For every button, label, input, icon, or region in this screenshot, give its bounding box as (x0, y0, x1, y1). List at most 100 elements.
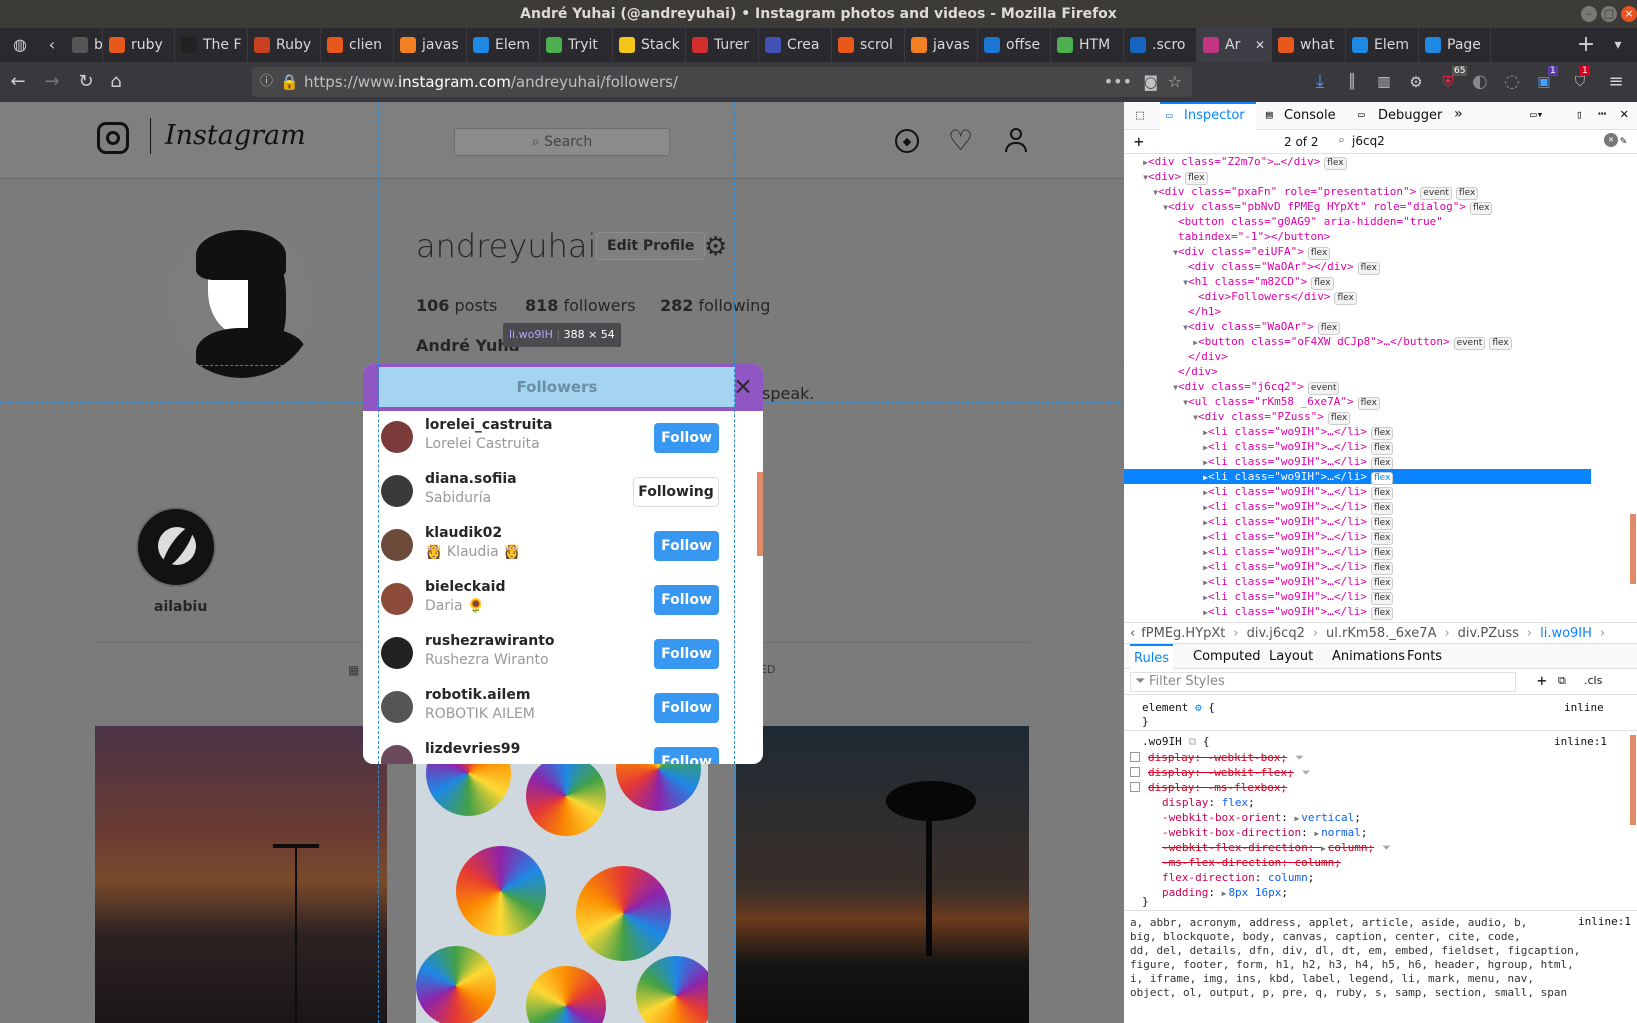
markup-row[interactable]: ▼ <div class="WaOAr"> flex (1124, 319, 1341, 335)
wo9ih-rule-source[interactable]: inline:1 (1554, 735, 1607, 748)
css-declaration[interactable]: display: flex; (1162, 795, 1255, 810)
extension-disabled-icon[interactable]: ◌ (1500, 70, 1524, 94)
follower-avatar[interactable] (381, 745, 413, 764)
tab-2[interactable]: The F (175, 28, 248, 62)
tab-4[interactable]: clien (321, 28, 394, 62)
new-tab-icon[interactable]: + (1574, 33, 1598, 57)
markup-row[interactable]: </h1> (1124, 304, 1221, 319)
instagram-wordmark[interactable]: Instagram (165, 120, 306, 151)
follower-username[interactable]: klaudik02 (425, 525, 502, 541)
markup-badge[interactable]: flex (1489, 337, 1512, 350)
follower-username[interactable]: diana.sofiia (425, 471, 517, 487)
declaration-value[interactable]: flex (1222, 796, 1249, 809)
clear-search-icon[interactable]: ✕ (1604, 133, 1618, 147)
extension-gear-icon[interactable]: ⚙ (1404, 70, 1428, 94)
back-icon[interactable]: ← (6, 70, 30, 94)
tab-17[interactable]: what (1272, 28, 1346, 62)
tab-0[interactable]: by (66, 28, 103, 62)
dialog-scrollbar-thumb[interactable] (757, 472, 763, 556)
follower-avatar[interactable] (381, 637, 413, 669)
follow-button[interactable]: Follow (654, 423, 719, 453)
sidebar-icon[interactable]: ▥ (1372, 70, 1396, 94)
followers-list[interactable]: lorelei_castruita Lorelei Castruita Follow… (363, 411, 763, 764)
markup-row[interactable]: ▶ <li class="wo9IH">…</li> flex (1124, 499, 1394, 515)
minimize-button[interactable]: – (1581, 6, 1597, 22)
markup-row[interactable]: ▶ <div class="Z2m7o">…</div> flex (1124, 154, 1347, 170)
download-icon[interactable]: ⤓ (1308, 70, 1332, 94)
sidebar-tab-fonts[interactable]: Fonts (1407, 644, 1442, 669)
markup-row[interactable]: ▶ <li class="wo9IH">…</li> flex (1124, 544, 1394, 560)
reload-icon[interactable]: ↻ (74, 70, 98, 94)
css-declaration[interactable]: -ms-flex-direction: column; (1162, 855, 1341, 870)
activity-heart-icon[interactable]: ♡ (948, 124, 973, 157)
tab-14[interactable]: HTM (1051, 28, 1124, 62)
followers-link[interactable]: 818 followers (525, 296, 635, 315)
declaration-value[interactable]: -webkit-box (1208, 751, 1281, 764)
follower-username[interactable]: rushezrawiranto (425, 633, 555, 649)
tab-10[interactable]: Crea (759, 28, 832, 62)
breadcrumb-item[interactable]: div.j6cq2 (1247, 626, 1305, 641)
markup-row[interactable]: ▼ <div> flex (1124, 169, 1208, 185)
sidebar-tab-computed[interactable]: Computed (1193, 644, 1261, 669)
follower-avatar[interactable] (381, 421, 413, 453)
menu-hamburger-icon[interactable]: ≡ (1604, 70, 1628, 94)
expand-arrow-icon[interactable]: ▶ (1294, 814, 1299, 823)
markup-badge[interactable]: flex (1334, 292, 1357, 305)
story-highlight[interactable] (136, 507, 216, 587)
element-rule-source[interactable]: inline (1564, 701, 1604, 714)
following-button[interactable]: Following (633, 477, 719, 507)
search-input[interactable]: ⌕ Search (454, 128, 670, 156)
declaration-checkbox[interactable] (1130, 782, 1140, 792)
css-declaration[interactable]: display: -webkit-flex; ⏷ (1130, 765, 1311, 780)
declaration-checkbox[interactable] (1130, 767, 1140, 777)
cls-toggle[interactable]: .cls (1584, 674, 1602, 687)
declaration-value[interactable]: column (1294, 856, 1334, 869)
css-declaration[interactable]: padding: ▶ 8px 16px; (1162, 885, 1288, 900)
tab-scroll-left-icon[interactable]: ‹ (40, 33, 64, 57)
add-node-icon[interactable]: + (1134, 132, 1144, 151)
instagram-camera-icon[interactable] (97, 122, 129, 154)
follower-row[interactable]: lorelei_castruita Lorelei Castruita Follow (363, 411, 747, 465)
markup-badge[interactable]: flex (1357, 262, 1380, 275)
breadcrumb-item[interactable]: div.PZuss (1458, 626, 1519, 641)
expand-arrow-icon[interactable]: ▶ (1314, 829, 1319, 838)
css-declaration[interactable]: flex-direction: column; (1162, 870, 1314, 885)
tab-13[interactable]: offse (978, 28, 1051, 62)
library-icon[interactable]: ║ (1340, 70, 1364, 94)
markup-row[interactable]: ▼ <h1 class="m82CD"> flex (1124, 274, 1334, 290)
declaration-value[interactable]: -ms-flexbox (1208, 781, 1281, 794)
follower-avatar[interactable] (381, 691, 413, 723)
url-bar[interactable]: ⓘ 🔒 https://www.instagram.com/andreyuhai… (252, 67, 1192, 97)
markup-row[interactable]: </div> (1124, 349, 1228, 364)
follower-avatar[interactable] (381, 529, 413, 561)
warning-filter-icon[interactable]: ⏷ (1295, 751, 1304, 764)
breadcrumb-item[interactable]: fPMEg.HYpXt (1141, 626, 1225, 641)
follower-username[interactable]: bieleckaid (425, 579, 506, 595)
devtools-menu-icon[interactable]: ⋯ (1598, 106, 1606, 122)
follower-username[interactable]: robotik.ailem (425, 687, 530, 703)
close-window-button[interactable]: × (1621, 6, 1637, 22)
info-icon[interactable]: ⓘ (260, 67, 273, 97)
css-declaration[interactable]: display: -ms-flexbox; (1130, 780, 1287, 795)
markup-badge[interactable]: event (1453, 337, 1486, 350)
sidebar-tab-rules[interactable]: Rules (1130, 644, 1174, 669)
add-rule-icon[interactable]: + (1537, 671, 1547, 690)
css-declaration[interactable]: -webkit-box-direction: ▶ normal; (1162, 825, 1368, 840)
expand-arrow-icon[interactable]: ▶ (1321, 844, 1326, 853)
tab-15[interactable]: .scro (1124, 28, 1197, 62)
post-thumbnail-sunset-beach[interactable] (95, 726, 387, 1023)
grid-icon[interactable]: ▦ (348, 663, 359, 677)
markup-row[interactable]: ▼ <div class="j6cq2"> event (1124, 379, 1340, 395)
warning-filter-icon[interactable]: ⏷ (1382, 841, 1391, 854)
follower-row[interactable]: klaudik02 👸 Klaudia 👸 Follow (363, 519, 747, 573)
profile-avatar[interactable] (166, 228, 316, 378)
follower-row[interactable]: rushezrawiranto Rushezra Wiranto Follow (363, 627, 747, 681)
rules-scrollbar-thumb[interactable] (1630, 735, 1636, 825)
markup-row[interactable]: ▶ <li class="wo9IH">…</li> flex (1124, 454, 1394, 470)
extension-circle-icon[interactable]: ◐ (1468, 70, 1492, 94)
tab-8[interactable]: Stack (613, 28, 686, 62)
toggle-pseudo-icon[interactable]: ⧉ (1558, 674, 1566, 688)
tab-3[interactable]: Ruby (248, 28, 321, 62)
css-declaration[interactable]: -webkit-box-orient: ▶ vertical; (1162, 810, 1361, 825)
markup-row[interactable]: <div>Followers</div> flex (1124, 289, 1357, 305)
